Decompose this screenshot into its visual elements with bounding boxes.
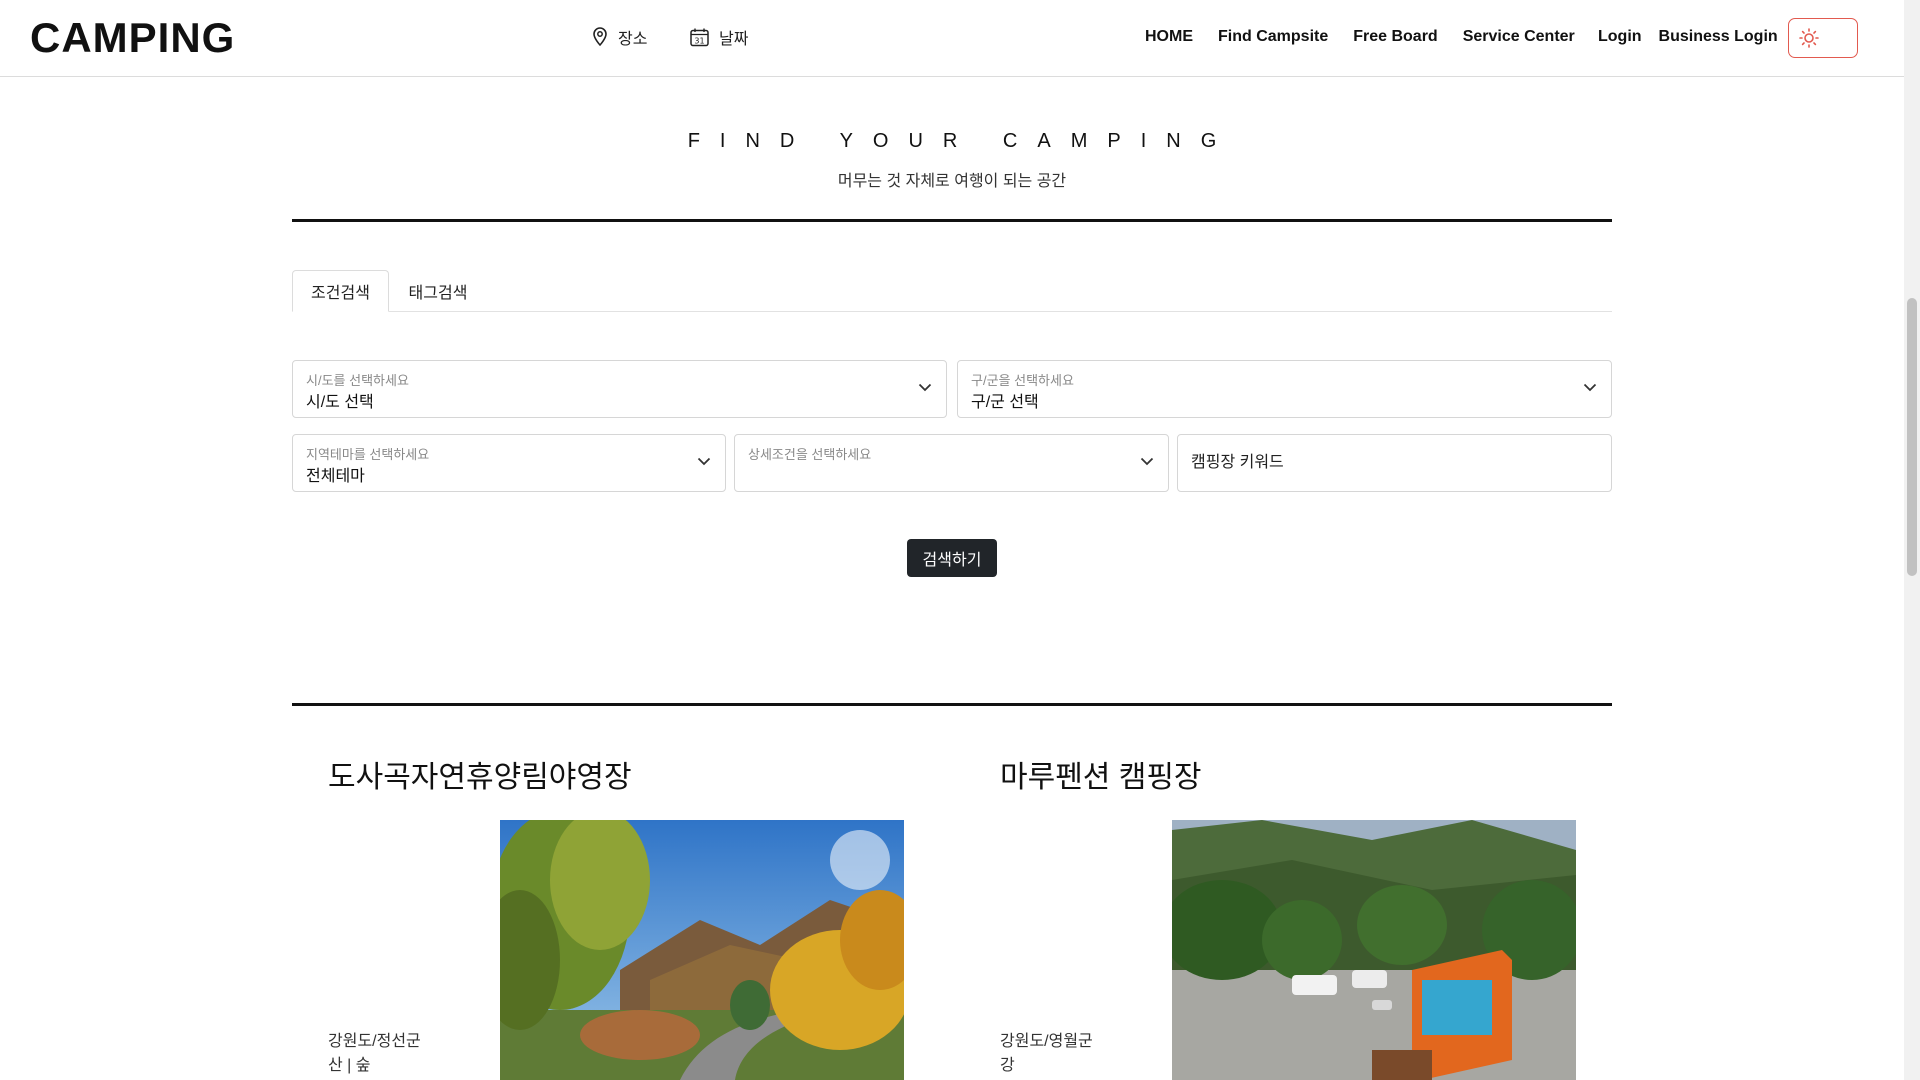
site-logo[interactable]: CAMPING [30, 14, 235, 62]
nav-find-campsite[interactable]: Find Campsite [1218, 28, 1328, 46]
tab-condition-search[interactable]: 조건검색 [292, 270, 389, 312]
hero-title: FIND YOUR CAMPING [687, 130, 1237, 152]
nav-home[interactable]: HOME [1145, 28, 1193, 46]
page-scrollbar-thumb[interactable] [1907, 298, 1917, 576]
date-quick-button[interactable]: 31 날짜 [690, 25, 748, 49]
theme-select-value: 전체테마 [306, 468, 365, 485]
campsite-meta: 강원도/영월군 강 [1000, 1030, 1093, 1078]
campsite-tags: 강 [1000, 1057, 1015, 1074]
chevron-down-icon [697, 457, 711, 466]
detail-select[interactable]: 상세조건을 선택하세요 [734, 434, 1169, 492]
campsite-tags: 산 | 숲 [328, 1057, 371, 1074]
autumn-forest-photo [500, 820, 904, 1080]
detail-select-label: 상세조건을 선택하세요 [748, 447, 872, 462]
place-quick-button[interactable]: 장소 [592, 25, 647, 49]
sido-select[interactable]: 시/도를 선택하세요 시/도 선택 [292, 360, 947, 418]
campsite-title[interactable]: 도사곡자연휴양림야영장 [328, 752, 632, 796]
theme-select[interactable]: 지역테마를 선택하세요 전체테마 [292, 434, 726, 492]
campsite-region: 강원도/영월군 [1000, 1033, 1093, 1050]
nav-free-board[interactable]: Free Board [1353, 28, 1437, 46]
campsite-region: 강원도/정선군 [328, 1033, 421, 1050]
sido-select-value: 시/도 선택 [306, 394, 374, 411]
calendar-day: 31 [694, 36, 704, 45]
auth-links: Login Business Login [1598, 28, 1795, 46]
hero-subtitle: 머무는 것 자체로 여행이 되는 공간 [837, 173, 1067, 190]
campsite-meta: 강원도/정선군 산 | 숲 [328, 1030, 421, 1078]
gugun-select-value: 구/군 선택 [971, 394, 1039, 411]
gugun-select[interactable]: 구/군을 선택하세요 구/군 선택 [957, 360, 1612, 418]
top-header: CAMPING 장소 31 날짜 HOME Find Campsite Free… [0, 0, 1904, 77]
location-pin-icon [592, 27, 608, 47]
tabs-baseline [292, 311, 1612, 312]
place-label: 장소 [618, 31, 648, 48]
campsite-title[interactable]: 마루펜션 캠핑장 [1000, 752, 1202, 796]
calendar-icon: 31 [690, 28, 709, 47]
chevron-down-icon [1583, 383, 1597, 392]
chevron-down-icon [918, 383, 932, 392]
campsite-photo[interactable] [1172, 820, 1576, 1080]
gugun-select-label: 구/군을 선택하세요 [971, 373, 1074, 388]
hero-divider [292, 219, 1612, 222]
campsite-photo[interactable] [500, 820, 904, 1080]
search-submit-button[interactable]: 검색하기 [907, 539, 997, 577]
theme-toggle-button[interactable] [1788, 18, 1858, 58]
chevron-down-icon [1140, 457, 1154, 466]
results-divider [292, 703, 1612, 706]
theme-select-label: 지역테마를 선택하세요 [306, 447, 430, 462]
date-label: 날짜 [719, 31, 749, 48]
nav-service-center[interactable]: Service Center [1463, 28, 1575, 46]
main-nav: HOME Find Campsite Free Board Service Ce… [1145, 28, 1600, 46]
sido-select-label: 시/도를 선택하세요 [306, 373, 409, 388]
tab-tag-search[interactable]: 태그검색 [392, 270, 484, 312]
business-login-link[interactable]: Business Login [1659, 28, 1778, 46]
keyword-input[interactable] [1177, 434, 1612, 492]
campsite-caravan-photo [1172, 820, 1576, 1080]
login-link[interactable]: Login [1598, 28, 1642, 46]
